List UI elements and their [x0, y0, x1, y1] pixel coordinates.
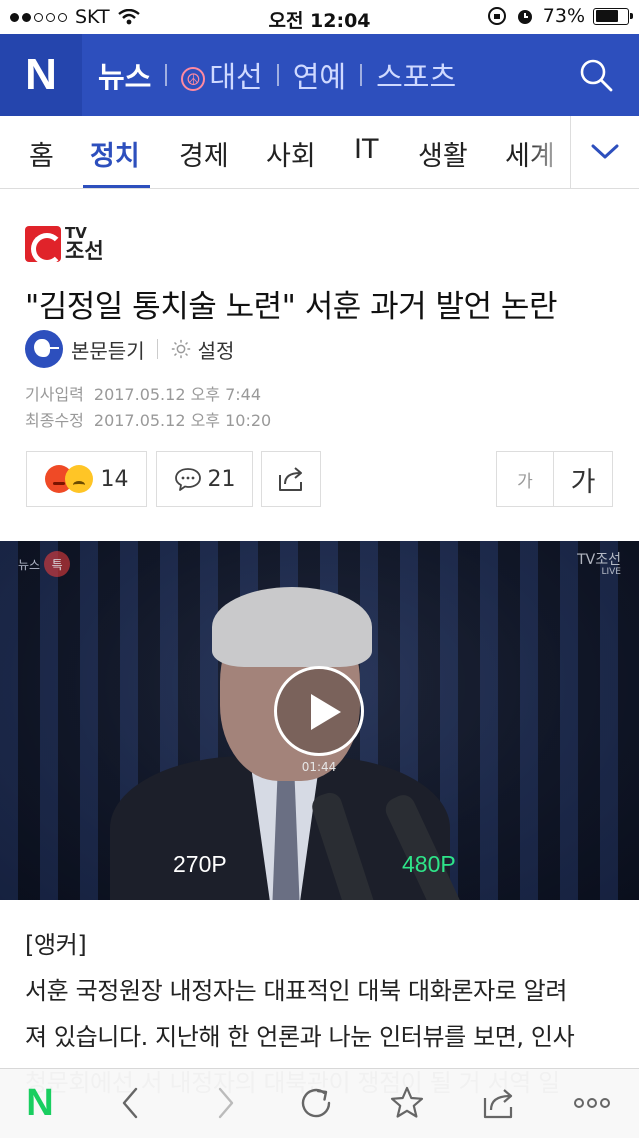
quality-480p[interactable]: 480P	[402, 851, 456, 878]
font-larger-button[interactable]: 가	[553, 451, 613, 507]
more-button[interactable]	[570, 1081, 614, 1125]
app-header: N 뉴스 ☮ 대선 연예 스포츠	[0, 34, 639, 116]
share-page-button[interactable]	[477, 1081, 521, 1125]
gear-icon[interactable]	[170, 338, 192, 360]
modified-label: 최종수정	[25, 411, 84, 430]
active-tab-indicator	[83, 185, 150, 188]
font-smaller-button[interactable]: 가	[496, 451, 554, 507]
video-duration: 01:44	[301, 760, 337, 774]
news-badge-mark: 특	[44, 551, 71, 577]
article-tools: 본문듣기 설정	[25, 330, 234, 368]
press-name-label: 조선	[65, 239, 104, 263]
body-line: 져 있습니다. 지난해 한 언론과 나눈 인터뷰를 보면, 인사	[25, 1023, 575, 1051]
section-election-label: 대선	[209, 60, 263, 94]
comments-count: 21	[207, 466, 236, 492]
quality-270p[interactable]: 270P	[173, 851, 227, 878]
listen-icon[interactable]	[25, 330, 63, 368]
published-label: 기사입력	[25, 385, 84, 404]
search-icon[interactable]	[577, 56, 615, 94]
tv-chosun-icon	[25, 226, 63, 265]
section-nav: 뉴스 ☮ 대선 연예 스포츠	[98, 54, 456, 96]
section-news[interactable]: 뉴스	[98, 54, 151, 96]
press-name: TV 조선	[65, 226, 104, 262]
bookmark-button[interactable]	[385, 1081, 429, 1125]
back-button[interactable]	[108, 1081, 152, 1125]
tab-economy[interactable]: 경제	[179, 134, 229, 173]
alarm-icon	[517, 10, 532, 24]
divider	[276, 64, 279, 86]
forward-icon	[218, 1087, 234, 1119]
section-sports[interactable]: 스포츠	[376, 54, 456, 96]
divider	[156, 339, 158, 359]
naver-home-logo: N	[26, 1081, 54, 1124]
modified-value: 2017.05.12 오후 10:20	[93, 411, 272, 430]
tab-home[interactable]: 홈	[29, 134, 54, 173]
forward-button[interactable]	[204, 1081, 248, 1125]
news-badge: 뉴스 특	[18, 551, 71, 577]
bookmark-icon	[390, 1086, 424, 1118]
section-entertainment[interactable]: 연예	[293, 54, 346, 96]
modified-date: 최종수정 2017.05.12 오후 10:20	[25, 407, 271, 431]
play-button[interactable]	[274, 666, 364, 756]
comment-icon	[174, 468, 201, 491]
body-line: 서훈 국정원장 내정자는 대표적인 대북 대화론자로 알려	[25, 977, 568, 1005]
tabs-fade	[528, 116, 570, 188]
battery-percent: 73%	[542, 5, 585, 27]
share-icon	[483, 1089, 513, 1119]
bottom-toolbar: N	[0, 1068, 639, 1138]
reactions-count: 14	[100, 466, 129, 492]
article-title: "김정일 통치술 노련" 서훈 과거 발언 논란	[25, 289, 557, 325]
back-icon	[122, 1087, 138, 1119]
chevron-down-icon	[591, 144, 619, 159]
share-button[interactable]	[261, 451, 321, 507]
tab-life[interactable]: 생활	[418, 134, 468, 173]
video-frame-hair	[212, 587, 372, 667]
category-tabs: 홈 정치 경제 사회 IT 생활 세계	[0, 116, 639, 189]
refresh-button[interactable]	[294, 1081, 338, 1125]
peace-icon: ☮	[181, 67, 206, 91]
section-election[interactable]: ☮ 대선	[181, 54, 263, 96]
share-icon	[279, 467, 302, 491]
orientation-lock-icon	[487, 7, 506, 25]
published-date: 기사입력 2017.05.12 오후 7:44	[25, 381, 261, 405]
more-icon	[574, 1098, 610, 1108]
battery-icon	[593, 7, 633, 25]
channel-watermark: TV조선 LIVE	[577, 552, 621, 578]
tab-society[interactable]: 사회	[266, 134, 316, 173]
status-right: 73%	[487, 5, 633, 27]
channel-watermark-label: TV조선	[577, 552, 621, 568]
listen-button[interactable]: 본문듣기	[71, 335, 145, 364]
naver-logo-button[interactable]: N	[0, 34, 82, 116]
comments-button[interactable]: 21	[156, 451, 253, 507]
reactions-button[interactable]: 14	[26, 451, 147, 507]
divider	[360, 64, 363, 86]
tab-politics[interactable]: 정치	[90, 134, 140, 173]
tab-it[interactable]: IT	[354, 134, 378, 165]
settings-button[interactable]: 설정	[198, 335, 235, 364]
body-line: [앵커]	[25, 931, 87, 959]
status-bar: SKT 오전 12:04 73%	[0, 0, 639, 34]
naver-logo: N	[25, 50, 57, 99]
refresh-icon	[301, 1088, 331, 1118]
sweat-emoji-icon	[64, 465, 93, 493]
more-tabs-button[interactable]	[570, 116, 639, 188]
channel-watermark-sub: LIVE	[601, 567, 621, 578]
news-badge-label: 뉴스	[18, 557, 41, 572]
published-value: 2017.05.12 오후 7:44	[93, 385, 262, 404]
press-logo[interactable]: TV 조선	[25, 226, 104, 265]
home-button[interactable]: N	[18, 1081, 62, 1125]
divider	[165, 64, 168, 86]
